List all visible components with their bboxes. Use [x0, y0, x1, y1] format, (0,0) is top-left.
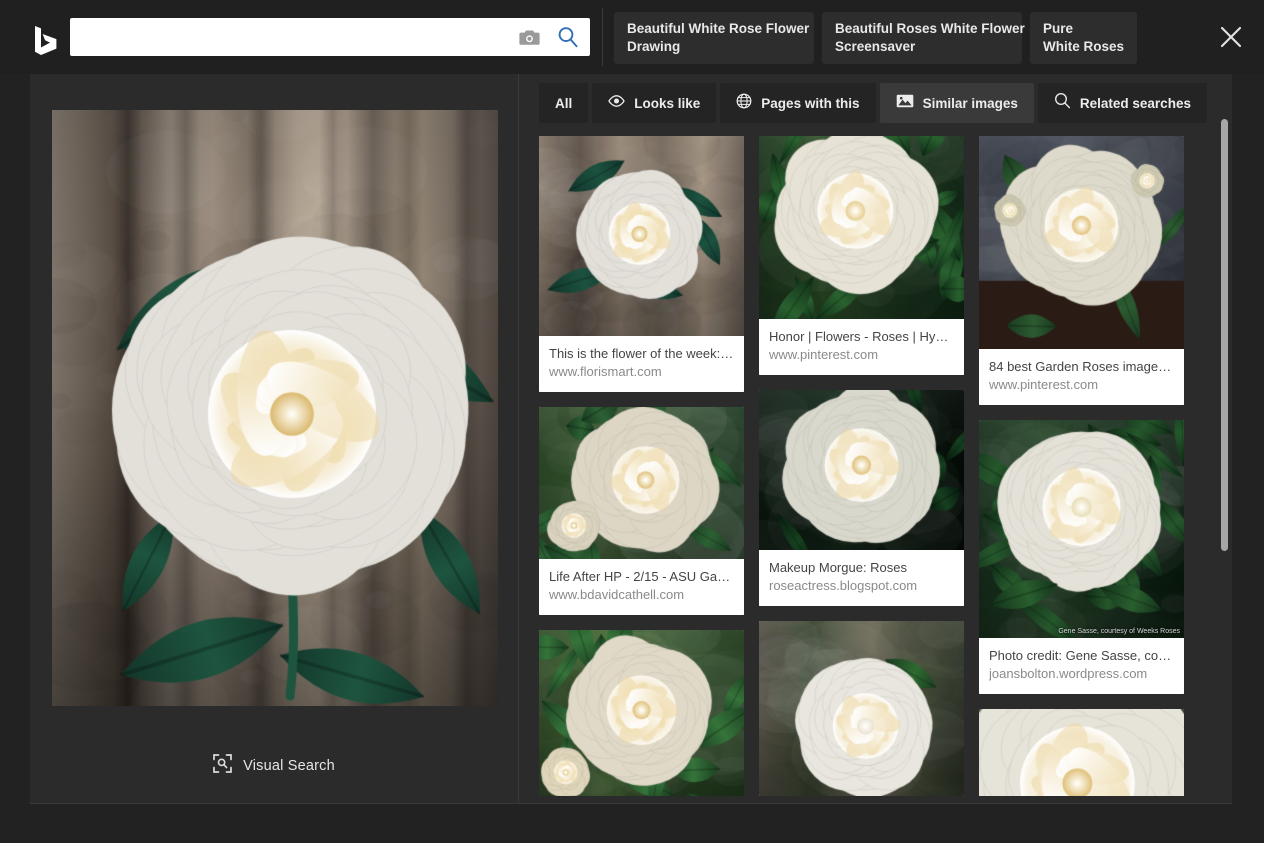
bing-logo-icon[interactable] [26, 20, 66, 60]
result-title: Makeup Morgue: Roses [769, 560, 908, 575]
result-url: www.pinterest.com [769, 347, 879, 362]
result-url: roseactress.blogspot.com [769, 578, 918, 593]
result-title: Photo credit: Gene Sasse, cou… [989, 648, 1174, 663]
result-card[interactable] [759, 621, 964, 796]
result-thumbnail[interactable] [979, 709, 1184, 796]
results-column-2: 84 best Garden Roses images… www.pinteres… [979, 136, 1184, 796]
result-thumbnail[interactable] [979, 136, 1184, 349]
results-pane: All Looks like Pages with this Similar i… [519, 74, 1232, 803]
search-box[interactable] [70, 18, 590, 56]
magnifier-icon [1054, 92, 1071, 114]
result-caption: 84 best Garden Roses images… www.pinteres… [979, 349, 1184, 405]
search-input[interactable] [70, 18, 512, 56]
result-title: This is the flower of the week: … [549, 346, 734, 361]
result-card[interactable]: Honor | Flowers - Roses | Hybr… www.pinte… [759, 136, 964, 375]
suggestion-chip-line2: Screensaver [835, 39, 916, 54]
suggestion-chip-list: Beautiful White Rose Flower Drawing Beau… [614, 12, 1138, 64]
results-scrollbar[interactable] [1218, 116, 1232, 803]
result-thumbnail[interactable] [539, 136, 744, 336]
result-card[interactable]: This is the flower of the week: … www.flo… [539, 136, 744, 392]
visual-search-button[interactable]: Visual Search [30, 754, 518, 778]
close-icon[interactable] [1210, 16, 1252, 58]
result-thumbnail[interactable] [759, 390, 964, 550]
source-image[interactable] [52, 110, 498, 706]
result-url: www.pinterest.com [989, 377, 1099, 392]
result-caption: Honor | Flowers - Roses | Hybr… www.pinte… [759, 319, 964, 375]
result-title: 84 best Garden Roses images… [989, 359, 1174, 374]
result-caption: Photo credit: Gene Sasse, cou… joansbolto… [979, 638, 1184, 694]
result-caption: Life After HP - 2/15 - ASU Ga… www.bdavid… [539, 559, 744, 615]
scrollbar-thumb[interactable] [1221, 119, 1228, 551]
suggestion-chip-line2: White Roses [1043, 39, 1125, 54]
result-url: joansbolton.wordpress.com [989, 666, 1148, 681]
suggestion-chip-line2: Drawing [627, 39, 681, 54]
result-thumbnail[interactable] [759, 621, 964, 796]
result-thumbnail[interactable] [539, 630, 744, 796]
camera-icon[interactable] [512, 18, 546, 56]
tab-similar-images[interactable]: Similar images [879, 83, 1034, 123]
search-submit-icon[interactable] [546, 18, 590, 56]
results-column-0: This is the flower of the week: … www.flo… [539, 136, 744, 796]
result-card[interactable]: Gene Sasse, courtesy of Weeks Roses Photo… [979, 420, 1184, 694]
suggestion-chip-1[interactable]: Beautiful Roses White Flower Screensaver [822, 12, 1025, 64]
result-title: Honor | Flowers - Roses | Hybr… [769, 329, 954, 344]
result-title: Life After HP - 2/15 - ASU Ga… [549, 569, 731, 584]
pane-bottom-edge [30, 803, 1232, 804]
tab-label: Looks like [634, 95, 701, 111]
result-url: www.bdavidcathell.com [549, 587, 685, 602]
result-card[interactable] [539, 630, 744, 796]
tab-label: Similar images [922, 95, 1018, 111]
tab-label: All [555, 95, 573, 111]
results-grid: This is the flower of the week: … www.flo… [539, 136, 1211, 796]
visual-search-label: Visual Search [243, 758, 335, 774]
suggestion-chip-2[interactable]: Pure White Roses [1030, 12, 1138, 64]
header-bar: Beautiful White Rose Flower Drawing Beau… [0, 0, 1264, 74]
tab-pages-with-this[interactable]: Pages with this [720, 83, 876, 123]
header-divider [602, 8, 603, 66]
results-column-1: Honor | Flowers - Roses | Hybr… www.pinte… [759, 136, 964, 796]
suggestion-chip-line1: Pure [1043, 21, 1074, 36]
tab-label: Pages with this [761, 95, 860, 111]
source-image-pane: Visual Search [30, 74, 518, 803]
result-card[interactable]: 84 best Garden Roses images… www.pinteres… [979, 136, 1184, 405]
result-card[interactable]: Makeup Morgue: Roses roseactress.blogspot… [759, 390, 964, 606]
image-icon [896, 94, 914, 113]
suggestion-chip-0[interactable]: Beautiful White Rose Flower Drawing [614, 12, 814, 64]
globe-icon [736, 93, 752, 114]
visual-search-scan-icon [213, 754, 232, 778]
result-caption: Makeup Morgue: Roses roseactress.blogspot… [759, 550, 964, 606]
result-card[interactable] [979, 709, 1184, 796]
eye-icon [608, 94, 626, 112]
result-thumbnail[interactable] [759, 136, 964, 319]
result-url: www.florismart.com [549, 364, 662, 379]
body-area: Visual Search All Looks like Pages with … [0, 74, 1264, 804]
results-tab-bar: All Looks like Pages with this Similar i… [539, 83, 1207, 123]
tab-related-searches[interactable]: Related searches [1037, 83, 1207, 123]
result-thumbnail[interactable] [539, 407, 744, 559]
result-card[interactable]: Life After HP - 2/15 - ASU Ga… www.bdavid… [539, 407, 744, 615]
result-caption: This is the flower of the week: … www.flo… [539, 336, 744, 392]
suggestion-chip-line1: Beautiful White Rose Flower [627, 21, 810, 36]
image-watermark: Gene Sasse, courtesy of Weeks Roses [1058, 628, 1180, 635]
tab-label: Related searches [1079, 95, 1191, 111]
result-thumbnail[interactable]: Gene Sasse, courtesy of Weeks Roses [979, 420, 1184, 638]
tab-looks-like[interactable]: Looks like [592, 83, 717, 123]
tab-all[interactable]: All [539, 83, 589, 123]
visual-search-window: Beautiful White Rose Flower Drawing Beau… [0, 0, 1264, 843]
suggestion-chip-line1: Beautiful Roses White Flower [835, 21, 1025, 36]
